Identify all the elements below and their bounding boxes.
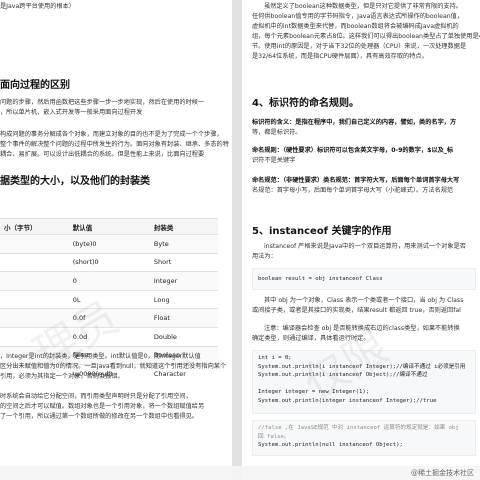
table-header: 封装类 — [149, 218, 218, 235]
left-page: 是Java跨平台使用的根本） 面向过程的区别 问题的步骤，然后用函数把这些步骤一… — [0, 0, 232, 480]
code-line: System.out.println(null instanceof Objec… — [258, 442, 403, 448]
code-line: //false ,在 JavaSE规范 中对 instanceof 运算符的规定… — [258, 425, 459, 431]
code-block-null: //false ,在 JavaSE规范 中对 instanceof 运算符的规定… — [252, 420, 476, 456]
code-line: Integer integer = new Integer(1); — [258, 389, 370, 395]
left-top-line: 是Java跨平台使用的根本） — [0, 3, 75, 10]
heading-process-oriented: 面向过程的区别 — [0, 80, 70, 91]
heading-instanceof: 5、instanceof 关键字的作用 — [252, 226, 392, 237]
code-line: System.out.println(integer instanceof In… — [258, 397, 437, 404]
table-header: 默认值 — [68, 218, 150, 235]
page-gap — [232, 0, 242, 480]
table-header: 小（字节） — [0, 218, 69, 235]
table-row: 0 Integer — [0, 271, 218, 291]
table-row: (short)0 Short — [0, 252, 218, 272]
code-block-syntax: boolean result = obj instanceof Class — [252, 268, 476, 290]
right-page: 虽然定义了boolean这种数据类型，但是只对它提供了非常有限的支持。 任何供b… — [242, 0, 480, 480]
code-line: boolean result = obj instanceof Class — [258, 276, 383, 282]
heading-datatypes: 据类型的大小，以及他们的封装类 — [0, 176, 150, 187]
table-header-row: 小（字节） 默认值 封装类 — [0, 218, 218, 235]
code-line: 回 false。 — [258, 433, 290, 440]
heading-identifier-rules: 4、标识符的命名规则。 — [252, 98, 359, 109]
table-row: (byte)0 Byte — [0, 234, 218, 254]
bottom-bar — [0, 466, 480, 480]
attribution-label: @稀土掘金技术社区 — [411, 469, 474, 477]
